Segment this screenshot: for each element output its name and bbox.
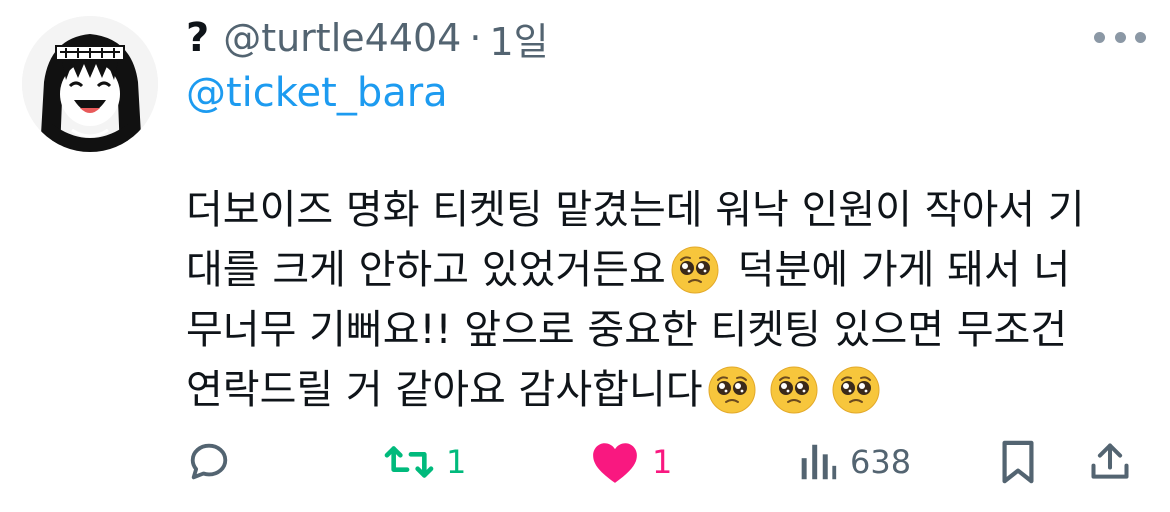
reply-icon — [190, 443, 228, 480]
views-count: 638 — [850, 443, 912, 481]
timestamp[interactable]: 1일 — [489, 11, 548, 66]
heart-icon — [593, 443, 637, 483]
tweet-header: ? @turtle4404 · 1일 — [186, 12, 549, 64]
display-name[interactable]: ? — [186, 15, 209, 61]
like-count: 1 — [652, 443, 673, 481]
views-button[interactable]: 638 — [796, 432, 911, 492]
bookmark-icon — [1002, 440, 1034, 484]
tweet-text-segment: 덕분에 가게 돼서 너 — [737, 247, 1071, 293]
retweet-count: 1 — [446, 443, 467, 481]
tweet-actions: 1 1 638 — [186, 432, 1146, 492]
pleading-face-icon — [769, 365, 819, 415]
bookmark-button[interactable] — [998, 432, 1038, 492]
tweet-text-line: 연락드릴 거 같아요 감사합니다 — [186, 360, 1146, 420]
separator-dot: · — [469, 16, 482, 60]
share-icon — [1091, 443, 1129, 479]
tweet-text-line: 더보이즈 명화 티켓팅 맡겼는데 워낙 인원이 작아서 기 — [186, 187, 1085, 233]
tweet-text-segment: 연락드릴 거 같아요 감사합니다 — [186, 367, 703, 413]
pleading-face-icon — [670, 245, 720, 295]
share-button[interactable] — [1088, 432, 1132, 492]
more-options-icon[interactable] — [1090, 22, 1150, 52]
tweet[interactable]: ? @turtle4404 · 1일 @ticket_bara 더보이즈 명화 … — [0, 0, 1170, 512]
tweet-text-line: 무너무 기뻐요!! 앞으로 중요한 티켓팅 있으면 무조건 — [186, 307, 1068, 353]
anime-avatar-icon — [22, 16, 158, 152]
tweet-text: 더보이즈 명화 티켓팅 맡겼는데 워낙 인원이 작아서 기 대를 크게 안하고 … — [186, 180, 1146, 420]
avatar[interactable] — [22, 16, 158, 152]
reply-to-mention[interactable]: @ticket_bara — [186, 70, 448, 116]
like-button[interactable]: 1 — [590, 432, 672, 492]
retweet-icon — [384, 446, 434, 478]
tweet-text-line: 대를 크게 안하고 있었거든요 덕분에 가게 돼서 너 — [186, 240, 1146, 300]
pleading-face-icon — [707, 365, 757, 415]
retweet-button[interactable]: 1 — [384, 432, 466, 492]
reply-button[interactable] — [186, 432, 232, 492]
views-icon — [801, 444, 837, 480]
pleading-face-icon — [831, 365, 881, 415]
user-handle[interactable]: @turtle4404 — [223, 16, 461, 60]
tweet-text-segment: 대를 크게 안하고 있었거든요 — [186, 247, 666, 293]
